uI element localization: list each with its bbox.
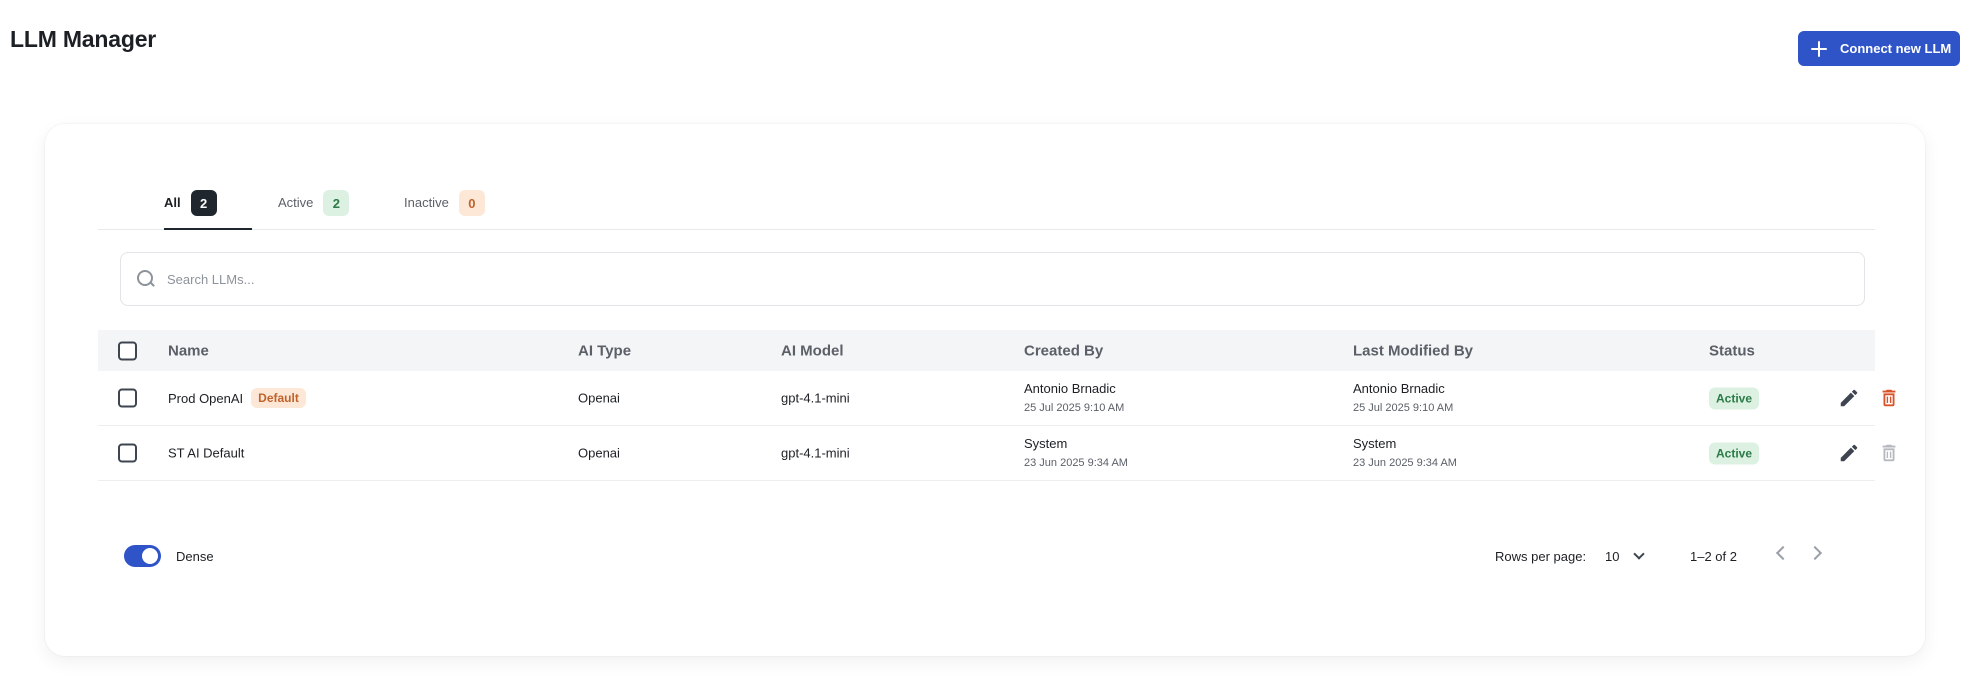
pencil-icon[interactable] (1838, 387, 1860, 409)
page-title: LLM Manager (10, 26, 157, 52)
search-input[interactable] (167, 271, 1767, 287)
status-badge: Active (1709, 387, 1760, 410)
tab-active-label: Active (278, 195, 314, 210)
table-row[interactable]: Prod OpenAI Default Openai gpt-4.1-mini … (98, 371, 1896, 426)
rows-per-page-select[interactable]: 10 (1605, 544, 1655, 568)
created-at: 25 Jul 2025 9:10 AM (1024, 402, 1125, 414)
row-checkbox[interactable] (118, 443, 137, 463)
llm-name-cell: ST AI Default (168, 446, 244, 461)
search-icon (137, 270, 155, 288)
created-by-cell: Antonio Brnadic 25 Jul 2025 9:10 AM (1024, 380, 1124, 416)
tab-all-label: All (164, 195, 181, 210)
column-header-last-modified-by[interactable]: Last Modified By (1353, 342, 1473, 359)
select-all-checkbox[interactable] (118, 341, 137, 360)
tab-active-count-badge: 2 (323, 190, 350, 216)
column-header-name[interactable]: Name (168, 342, 209, 359)
modified-at: 25 Jul 2025 9:10 AM (1353, 402, 1454, 414)
tab-all-count-badge: 2 (190, 190, 217, 216)
llm-name: ST AI Default (168, 445, 245, 461)
tab-active[interactable]: Active 2 (278, 190, 350, 230)
pencil-icon[interactable] (1838, 442, 1860, 464)
status-badge: Active (1709, 442, 1760, 465)
column-header-ai-type[interactable]: AI Type (578, 342, 631, 359)
tab-inactive-label: Inactive (404, 195, 449, 210)
llm-list-card: All 2 Active 2 Inactive 0 Name AI Type A… (45, 124, 1925, 656)
dense-toggle[interactable] (124, 545, 161, 567)
search-field (120, 252, 1865, 306)
tab-inactive-count-badge: 0 (458, 190, 485, 216)
column-header-status[interactable]: Status (1709, 342, 1755, 359)
llm-name: Prod OpenAI (168, 390, 244, 406)
modified-by-user: System (1353, 436, 1397, 451)
chevron-down-icon (1633, 548, 1646, 560)
modified-at: 23 Jun 2025 9:34 AM (1353, 457, 1457, 469)
tab-inactive[interactable]: Inactive 0 (404, 190, 485, 230)
pagination-range: 1–2 of 2 (1690, 549, 1737, 564)
connect-new-llm-button[interactable]: Connect new LLM (1798, 31, 1960, 66)
table-footer: Dense Rows per page: 10 1–2 of 2 (45, 528, 1925, 588)
created-by-user: System (1024, 436, 1068, 451)
dense-label: Dense (176, 549, 214, 564)
modified-by-cell: Antonio Brnadic 25 Jul 2025 9:10 AM (1353, 380, 1453, 416)
trash-icon[interactable] (1878, 387, 1900, 409)
connect-button-label: Connect new LLM (1840, 41, 1952, 56)
llm-name-cell: Prod OpenAI Default (168, 388, 306, 408)
created-at: 23 Jun 2025 9:34 AM (1024, 457, 1128, 469)
column-header-created-by[interactable]: Created By (1024, 342, 1103, 359)
table-header: Name AI Type AI Model Created By Last Mo… (98, 330, 1875, 371)
rows-per-page-label: Rows per page: (1495, 549, 1587, 564)
plus-icon (1810, 40, 1828, 58)
chevron-left-icon[interactable] (1775, 545, 1791, 561)
status-cell: Active (1709, 442, 1760, 465)
column-header-ai-model[interactable]: AI Model (781, 342, 844, 359)
created-by-cell: System 23 Jun 2025 9:34 AM (1024, 435, 1128, 471)
rows-per-page-value: 10 (1605, 548, 1620, 564)
modified-by-cell: System 23 Jun 2025 9:34 AM (1353, 435, 1457, 471)
row-checkbox[interactable] (118, 388, 137, 408)
trash-icon (1878, 442, 1900, 464)
modified-by-user: Antonio Brnadic (1353, 381, 1445, 396)
llm-table: Name AI Type AI Model Created By Last Mo… (98, 330, 1896, 481)
chevron-right-icon[interactable] (1807, 545, 1823, 561)
status-cell: Active (1709, 387, 1760, 410)
ai-model: gpt-4.1-mini (781, 445, 850, 461)
ai-type: Openai (578, 445, 620, 461)
default-badge: Default (251, 388, 306, 408)
tab-all[interactable]: All 2 (164, 190, 252, 230)
status-tabs: All 2 Active 2 Inactive 0 (98, 124, 1875, 230)
table-row[interactable]: ST AI Default Openai gpt-4.1-mini System… (98, 426, 1896, 481)
ai-model: gpt-4.1-mini (781, 390, 850, 406)
ai-type: Openai (578, 390, 620, 406)
created-by-user: Antonio Brnadic (1024, 381, 1116, 396)
